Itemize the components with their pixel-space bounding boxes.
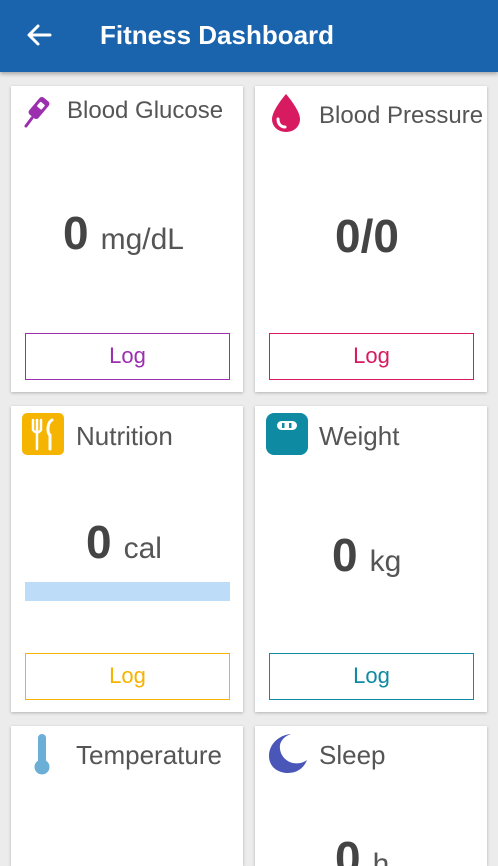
log-button-glucose[interactable]: Log [25, 333, 230, 380]
arrow-left-icon[interactable] [22, 18, 56, 52]
log-button-pressure[interactable]: Log [269, 333, 474, 380]
log-button-weight[interactable]: Log [269, 653, 474, 700]
card-blood-glucose: Blood Glucose 0 mg/dL Log [11, 86, 243, 392]
card-label: Blood Pressure [319, 102, 484, 129]
pressure-value: 0/0 [335, 209, 399, 263]
value-number: 0 [332, 529, 358, 581]
value-unit: mg/dL [100, 223, 184, 256]
card-label: Weight [319, 421, 400, 451]
card-label: Nutrition [76, 421, 173, 451]
nutrition-value: 0 cal [86, 515, 162, 569]
card-weight: Weight 0 kg Log [255, 406, 487, 712]
card-nutrition: Nutrition 0 cal Log [11, 406, 243, 712]
app-bar: Fitness Dashboard [0, 0, 498, 72]
page-title: Fitness Dashboard [100, 20, 335, 50]
log-button-nutrition[interactable]: Log [25, 653, 230, 700]
value-number: 0 [335, 832, 361, 866]
card-label: Blood Glucose [67, 97, 224, 124]
card-sleep: Sleep 0h [255, 726, 487, 866]
blood-drop-icon [272, 94, 300, 132]
value-number: 0 [63, 207, 89, 259]
value-number: 0/0 [335, 210, 399, 262]
card-temperature: Temperature [11, 726, 243, 866]
glucose-value: 0 mg/dL [63, 206, 184, 260]
card-blood-pressure: Blood Pressure 0/0 Log [255, 86, 487, 392]
scale-icon [266, 413, 308, 455]
sleep-value: 0h [335, 831, 389, 866]
thermometer-icon [34, 734, 50, 775]
value-number: 0 [86, 516, 112, 568]
card-label: Sleep [319, 740, 386, 770]
value-unit: cal [123, 532, 162, 565]
glucose-meter-icon [24, 96, 50, 128]
card-label: Temperature [76, 740, 222, 770]
value-unit: kg [369, 545, 402, 578]
fork-knife-icon [22, 413, 64, 455]
nutrition-progress-bar [25, 582, 230, 601]
weight-value: 0 kg [332, 528, 401, 582]
moon-icon [269, 734, 307, 773]
